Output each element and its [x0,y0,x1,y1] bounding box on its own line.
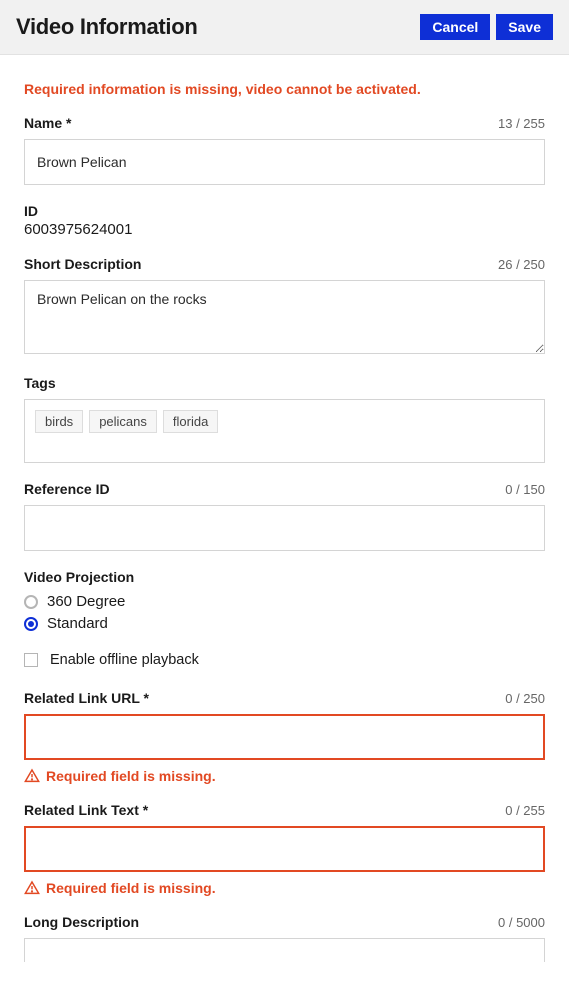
reference-id-input[interactable] [24,505,545,551]
field-related-link-text: Related Link Text * 0 / 255 Required fie… [24,802,545,896]
long-description-count: 0 / 5000 [498,915,545,930]
field-id: ID 6003975624001 [24,203,545,238]
radio-standard-label: Standard [47,615,108,632]
warning-icon [24,768,40,784]
radio-360-label: 360 Degree [47,593,125,610]
id-label: ID [24,203,545,219]
reference-id-count: 0 / 150 [505,482,545,497]
tags-input[interactable]: birds pelicans florida [24,399,545,463]
related-link-text-count: 0 / 255 [505,803,545,818]
field-reference-id: Reference ID 0 / 150 [24,481,545,551]
field-tags: Tags birds pelicans florida [24,375,545,463]
warning-icon [24,880,40,896]
error-banner: Required information is missing, video c… [24,81,545,97]
offline-playback-label: Enable offline playback [50,652,199,668]
header-actions: Cancel Save [420,14,553,40]
name-input[interactable] [24,139,545,185]
page-title: Video Information [16,14,198,40]
tag-item[interactable]: florida [163,410,218,433]
tag-item[interactable]: pelicans [89,410,157,433]
radio-dot-icon [24,595,38,609]
video-projection-label: Video Projection [24,569,545,585]
radio-dot-icon [24,617,38,631]
id-value: 6003975624001 [24,221,545,238]
short-description-label: Short Description [24,256,141,272]
field-video-projection: Video Projection 360 Degree Standard [24,569,545,632]
name-label: Name * [24,115,71,131]
short-description-input[interactable] [24,280,545,354]
radio-360-degree[interactable]: 360 Degree [24,593,545,610]
checkbox-box-icon [24,653,38,667]
related-link-text-error-text: Required field is missing. [46,880,216,896]
cancel-button[interactable]: Cancel [420,14,490,40]
short-description-count: 26 / 250 [498,257,545,272]
related-link-url-error: Required field is missing. [24,768,545,784]
page-header: Video Information Cancel Save [0,0,569,55]
related-link-text-label: Related Link Text * [24,802,148,818]
checkbox-offline-playback[interactable]: Enable offline playback [24,652,545,668]
radio-standard[interactable]: Standard [24,615,545,632]
name-count: 13 / 255 [498,116,545,131]
form-body: Required information is missing, video c… [0,55,569,986]
related-link-text-error: Required field is missing. [24,880,545,896]
tag-item[interactable]: birds [35,410,83,433]
related-link-url-error-text: Required field is missing. [46,768,216,784]
tags-label: Tags [24,375,545,391]
related-link-url-input[interactable] [24,714,545,760]
field-long-description: Long Description 0 / 5000 [24,914,545,962]
related-link-text-input[interactable] [24,826,545,872]
related-link-url-label: Related Link URL * [24,690,149,706]
long-description-input[interactable] [24,938,545,962]
field-name: Name * 13 / 255 [24,115,545,185]
field-short-description: Short Description 26 / 250 [24,256,545,357]
field-related-link-url: Related Link URL * 0 / 250 Required fiel… [24,690,545,784]
save-button[interactable]: Save [496,14,553,40]
long-description-label: Long Description [24,914,139,930]
related-link-url-count: 0 / 250 [505,691,545,706]
reference-id-label: Reference ID [24,481,110,497]
